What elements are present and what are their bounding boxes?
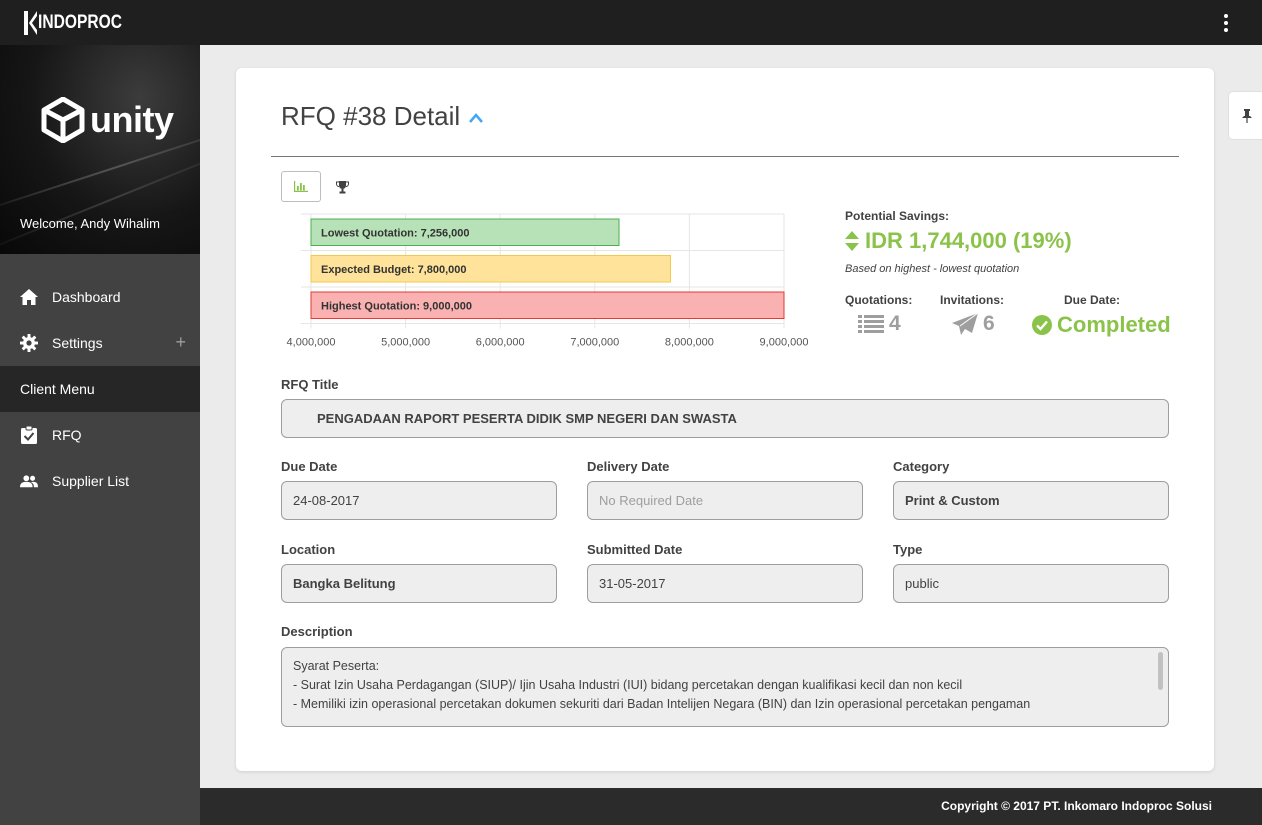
unity-logo: unity	[40, 97, 174, 143]
indoproc-logo[interactable]: INDOPROC	[24, 9, 140, 37]
sidebar-item-label: Dashboard	[52, 289, 121, 305]
title-divider	[271, 156, 1179, 157]
bar-label: Highest Quotation: 9,000,000	[321, 300, 472, 312]
category-label: Category	[893, 459, 950, 474]
submitted-date-label: Submitted Date	[587, 542, 683, 557]
invitations-value: 6	[983, 312, 995, 335]
paper-plane-icon	[952, 313, 978, 335]
rfq-title-label: RFQ Title	[281, 377, 339, 392]
savings-note: Based on highest - lowest quotation	[845, 263, 1020, 275]
quotations-count: 4	[858, 312, 901, 336]
bar-label: Expected Budget: 7,800,000	[321, 264, 467, 276]
sidebar-item-label: RFQ	[52, 427, 82, 443]
chart-tab-button[interactable]	[281, 171, 321, 202]
welcome-text: Welcome, Andy Wihalim	[20, 216, 160, 231]
client-brand: unity	[90, 99, 174, 140]
check-circle-icon	[1032, 315, 1052, 335]
chevron-up-icon[interactable]	[468, 112, 484, 124]
due-status: Completed	[1032, 312, 1171, 338]
budget-bar-chart: Lowest Quotation: 7,256,000 Expected Budg…	[287, 213, 809, 349]
due-status-text: Completed	[1057, 312, 1171, 337]
bar-label: Lowest Quotation: 7,256,000	[321, 227, 470, 239]
invitations-label: Invitations:	[940, 293, 1005, 307]
indoproc-k-icon	[24, 11, 37, 35]
page-title: RFQ #38 Detail	[281, 101, 484, 132]
sidebar-item-settings[interactable]: Settings +	[0, 320, 200, 366]
location-field[interactable]: Bangka Belitung	[281, 564, 557, 603]
due-date-label: Due Date	[281, 459, 338, 474]
bar-chart-icon	[294, 181, 308, 192]
savings-amount: IDR 1,744,000 (19%)	[865, 228, 1072, 253]
x-tick-label: 8,000,000	[665, 337, 714, 349]
rfq-title-field[interactable]: PENGADAAN RAPORT PESERTA DIDIK SMP NEGER…	[281, 399, 1169, 438]
description-textarea[interactable]: Syarat Peserta: - Surat Izin Usaha Perda…	[281, 647, 1169, 727]
potential-savings-value: IDR 1,744,000 (19%)	[845, 228, 1072, 254]
delivery-date-field[interactable]: No Required Date	[587, 481, 863, 520]
people-icon	[20, 472, 38, 490]
location-label: Location	[281, 542, 336, 557]
quotations-label: Quotations:	[845, 293, 913, 307]
client-menu-header: Client Menu	[0, 366, 200, 412]
category-field[interactable]: Print & Custom	[893, 481, 1169, 520]
x-tick-label: 5,000,000	[381, 337, 430, 349]
x-tick-label: 6,000,000	[476, 337, 525, 349]
copyright-text: Copyright © 2017 PT. Inkomaro Indoproc S…	[941, 799, 1212, 813]
description-line: - Memiliki izin operasional percetakan d…	[293, 697, 1031, 711]
description-line: - Surat Izin Usaha Perdagangan (SIUP)/ I…	[293, 678, 963, 692]
gear-icon	[20, 334, 38, 352]
more-menu-icon[interactable]	[1218, 12, 1234, 34]
sidebar-item-dashboard[interactable]: Dashboard	[0, 274, 200, 320]
rfq-detail-card: RFQ #38 Detail Lowest Quotation: 7,256,0…	[236, 68, 1214, 771]
top-bar: INDOPROC	[0, 0, 1262, 45]
sidebar-item-label: Supplier List	[52, 473, 130, 489]
expand-plus-icon[interactable]: +	[175, 333, 186, 351]
sidebar-item-rfq[interactable]: RFQ	[0, 412, 200, 458]
sidebar-item-label: Settings	[52, 335, 103, 351]
submitted-date-field[interactable]: 31-05-2017	[587, 564, 863, 603]
quotations-value: 4	[889, 312, 901, 335]
due-date-field[interactable]: 24-08-2017	[281, 481, 557, 520]
unity-cube-icon	[41, 97, 85, 143]
pin-icon	[1242, 108, 1252, 123]
list-icon	[858, 315, 884, 333]
potential-savings-label: Potential Savings:	[845, 209, 950, 223]
sort-icon	[845, 231, 859, 251]
footer: Copyright © 2017 PT. Inkomaro Indoproc S…	[200, 788, 1262, 825]
sidebar-nav: Dashboard Settings + Client Menu RFQ Sup…	[0, 274, 200, 504]
x-tick-label: 7,000,000	[570, 337, 619, 349]
x-tick-label: 4,000,000	[287, 337, 336, 349]
delivery-date-label: Delivery Date	[587, 459, 670, 474]
description-label: Description	[281, 624, 353, 639]
trophy-icon[interactable]	[334, 179, 350, 195]
brand-name: INDOPROC	[38, 12, 122, 33]
type-label: Type	[893, 542, 923, 557]
sidebar: unity Welcome, Andy Wihalim Dashboard Se…	[0, 45, 200, 825]
type-field[interactable]: public	[893, 564, 1169, 603]
sidebar-header: unity Welcome, Andy Wihalim	[0, 45, 200, 254]
due-date-stat-label: Due Date:	[1064, 293, 1121, 307]
description-line: Syarat Peserta:	[293, 659, 380, 673]
pin-panel-tab[interactable]	[1228, 91, 1262, 140]
clipboard-check-icon	[20, 426, 38, 444]
x-tick-label: 9,000,000	[760, 337, 809, 349]
invitations-count: 6	[952, 312, 995, 336]
home-icon	[20, 288, 38, 306]
page-title-text: RFQ #38 Detail	[281, 101, 461, 131]
sidebar-item-supplier-list[interactable]: Supplier List	[0, 458, 200, 504]
description-scrollbar[interactable]	[1158, 652, 1163, 690]
